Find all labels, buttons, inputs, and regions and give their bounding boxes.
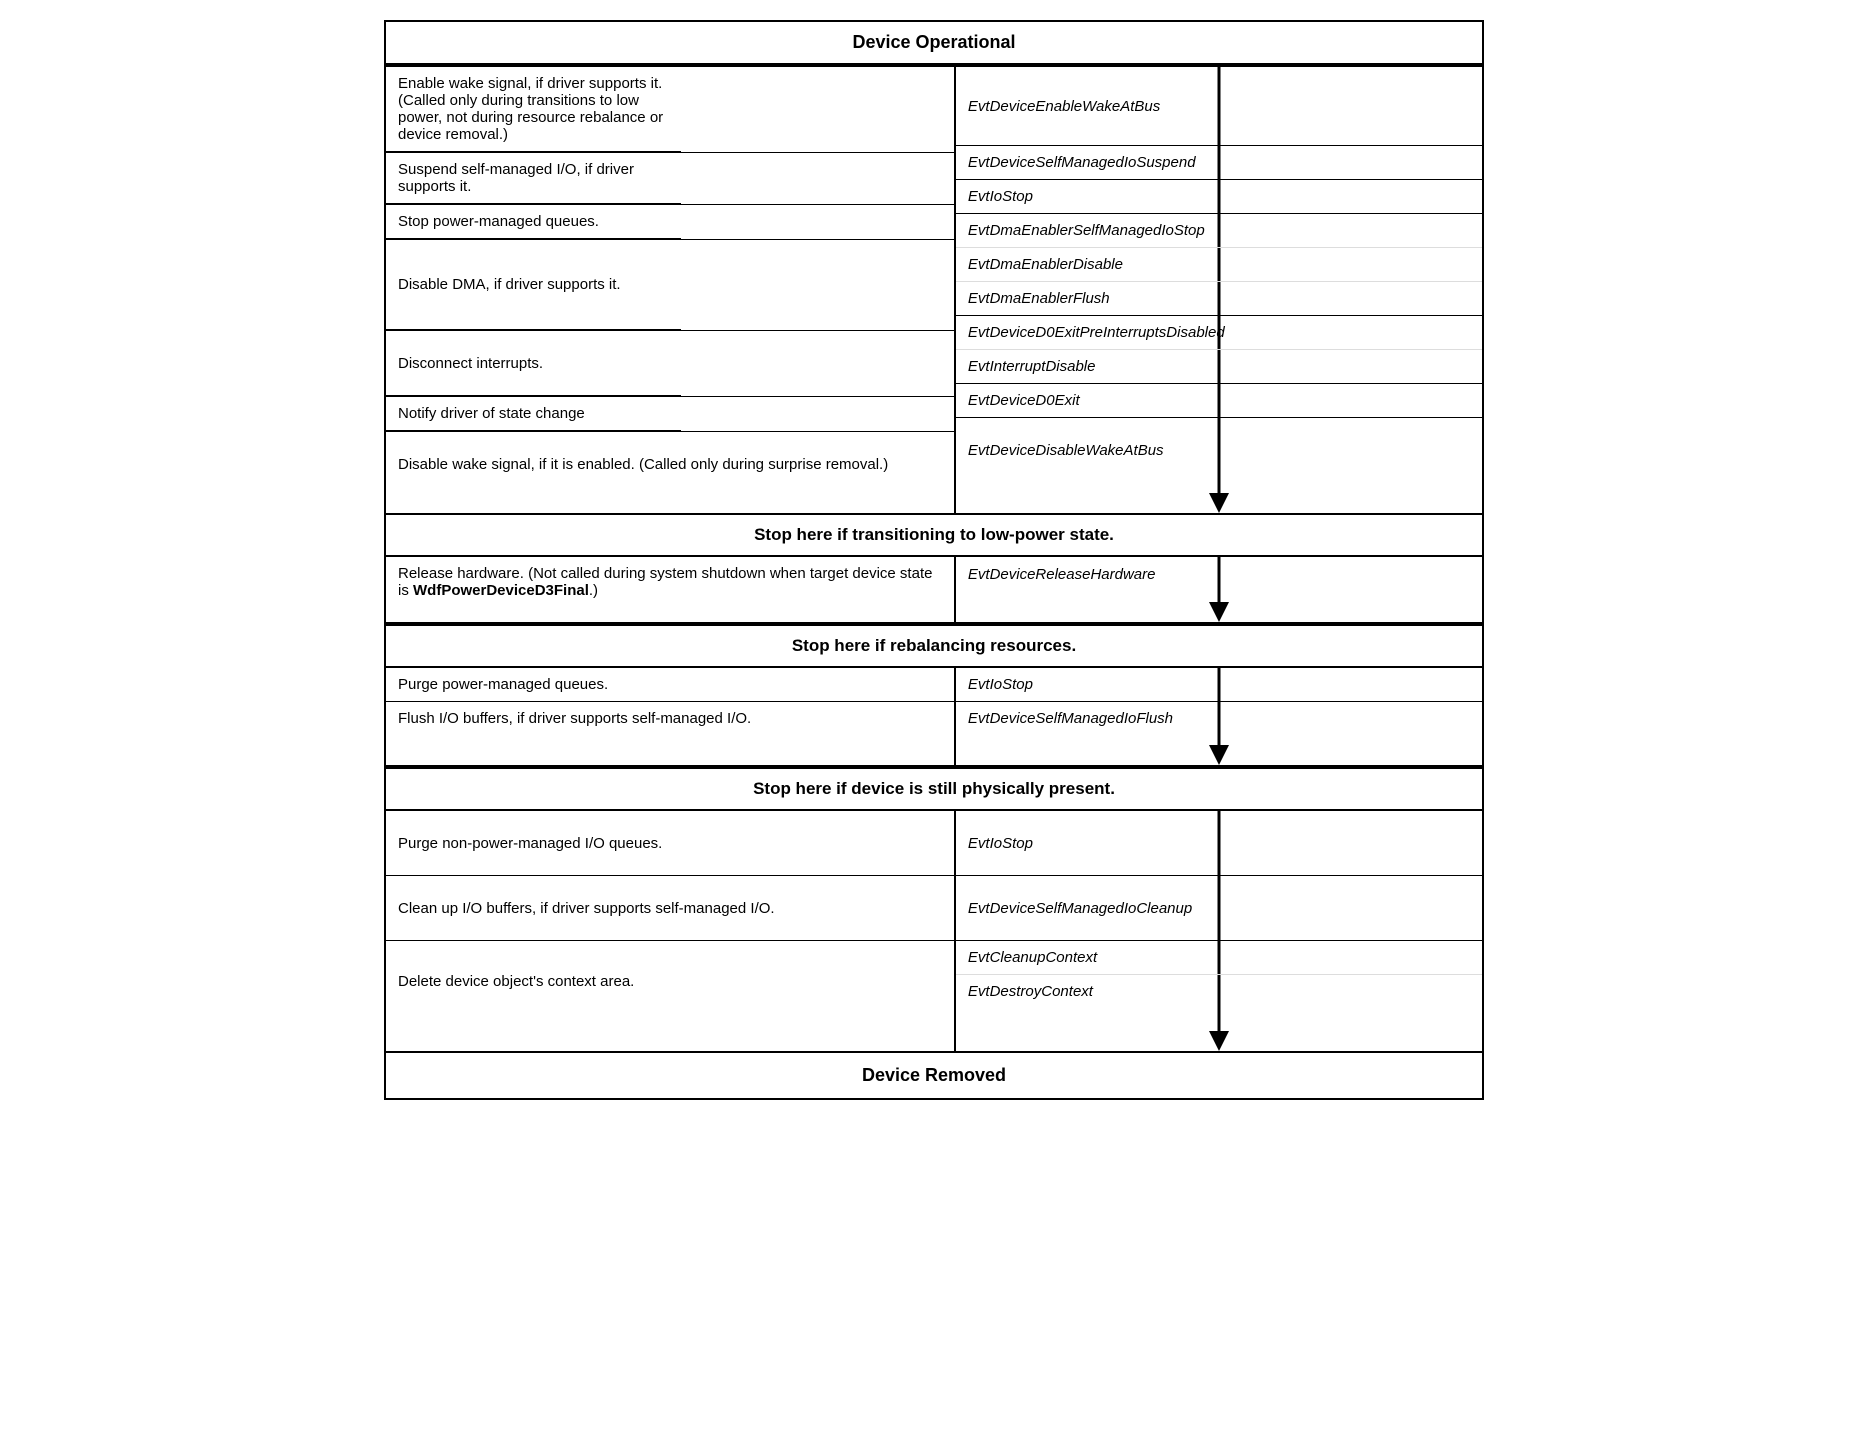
right-item: EvtIoStop bbox=[956, 668, 1482, 702]
stop-header-2: Stop here if rebalancing resources. bbox=[386, 624, 1482, 668]
right-item: EvtIoStop bbox=[956, 180, 1482, 214]
row-left: Enable wake signal, if driver supports i… bbox=[386, 67, 681, 152]
row-left: Delete device object's context area. bbox=[386, 941, 954, 1021]
row-left: Purge power-managed queues. bbox=[386, 668, 954, 702]
row-left: Clean up I/O buffers, if driver supports… bbox=[386, 876, 954, 941]
table-row: Notify driver of state change bbox=[386, 397, 954, 432]
right-item-multi: EvtCleanupContext EvtDestroyContext bbox=[956, 941, 1482, 1021]
page-title: Device Operational bbox=[386, 22, 1482, 65]
table-row: Suspend self-managed I/O, if driver supp… bbox=[386, 153, 954, 205]
table-row: Stop power-managed queues. bbox=[386, 205, 954, 240]
table-row: Disable wake signal, if it is enabled. (… bbox=[386, 432, 954, 497]
table-row: Disconnect interrupts. bbox=[386, 331, 954, 397]
row-left: Disconnect interrupts. bbox=[386, 331, 681, 396]
stop-header-1: Stop here if transitioning to low-power … bbox=[386, 513, 1482, 557]
row-left: Notify driver of state change bbox=[386, 397, 681, 431]
bottom-label: Device Removed bbox=[386, 1051, 1482, 1098]
right-item: EvtDeviceEnableWakeAtBus bbox=[956, 67, 1482, 146]
stop-header-3: Stop here if device is still physically … bbox=[386, 767, 1482, 811]
right-item: EvtDeviceSelfManagedIoCleanup bbox=[956, 876, 1482, 941]
right-item: EvtIoStop bbox=[956, 811, 1482, 876]
row-left: Disable DMA, if driver supports it. bbox=[386, 240, 681, 330]
row-left: Release hardware. (Not called during sys… bbox=[386, 557, 956, 622]
diagram-container: Device Operational Enable wake signal, i… bbox=[384, 20, 1484, 1100]
row-left: Flush I/O buffers, if driver supports se… bbox=[386, 702, 954, 735]
right-item-multi: EvtDmaEnablerSelfManagedIoStop EvtDmaEna… bbox=[956, 214, 1482, 316]
row-left: Disable wake signal, if it is enabled. (… bbox=[386, 432, 954, 497]
row-left: Suspend self-managed I/O, if driver supp… bbox=[386, 153, 681, 204]
right-item: EvtDeviceReleaseHardware bbox=[956, 557, 1482, 592]
right-item: EvtDeviceD0Exit bbox=[956, 384, 1482, 418]
table-row: Disable DMA, if driver supports it. bbox=[386, 240, 954, 331]
right-item: EvtDeviceSelfManagedIoSuspend bbox=[956, 146, 1482, 180]
right-item: EvtDeviceSelfManagedIoFlush bbox=[956, 702, 1482, 735]
right-item: EvtDeviceDisableWakeAtBus bbox=[956, 418, 1482, 483]
row-left: Purge non-power-managed I/O queues. bbox=[386, 811, 954, 876]
right-item-multi: EvtDeviceD0ExitPreInterruptsDisabled Evt… bbox=[956, 316, 1482, 384]
row-left: Stop power-managed queues. bbox=[386, 205, 681, 239]
table-row: Enable wake signal, if driver supports i… bbox=[386, 67, 954, 153]
